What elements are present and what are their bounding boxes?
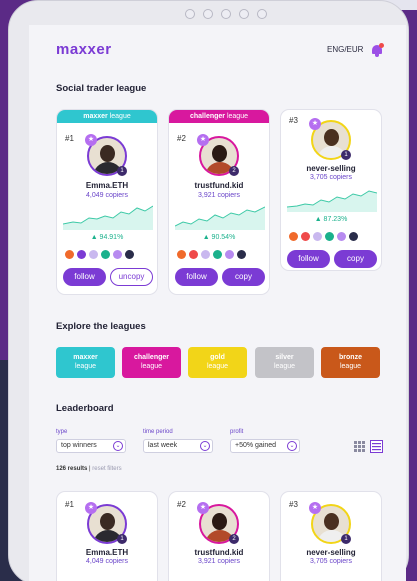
- results-count: 126 results | reset filters: [56, 466, 122, 472]
- star-icon: ★: [85, 502, 97, 514]
- rank-label: #2: [177, 134, 186, 143]
- asset-icon: [65, 250, 74, 259]
- leaderboard-card-3: #3 ★ 1 never-selling 3,705 copiers: [280, 491, 382, 581]
- leaderboard-card-2: #2 ★ 2 trustfund.kid 3,921 copiers: [168, 491, 270, 581]
- reset-filters-link[interactable]: reset filters: [92, 466, 121, 472]
- copy-button[interactable]: copy: [334, 250, 377, 268]
- level-badge: 2: [229, 534, 239, 544]
- level-badge: 1: [117, 534, 127, 544]
- performance-sparkline: [287, 190, 377, 212]
- asset-icon: [325, 232, 334, 241]
- level-badge: 1: [341, 534, 351, 544]
- asset-icon: [89, 250, 98, 259]
- filter-label-profit: profit: [230, 429, 244, 435]
- asset-icons: [177, 250, 246, 259]
- star-icon: ★: [309, 118, 321, 130]
- chevron-down-icon: ⌄: [287, 441, 297, 451]
- rank-label: #3: [289, 116, 298, 125]
- asset-icon: [301, 232, 310, 241]
- app-logo[interactable]: maxxer: [56, 41, 112, 58]
- level-badge: 1: [117, 166, 127, 176]
- asset-icon: [313, 232, 322, 241]
- card-league-band: challenger league: [169, 110, 269, 123]
- trader-name[interactable]: never-selling: [281, 164, 381, 173]
- trader-card-1: maxxer league #1 ★ 1 Emma.ETH 4,049 copi…: [56, 109, 158, 295]
- list-view-icon[interactable]: [370, 440, 383, 453]
- league-tile-maxxer[interactable]: maxxer league: [56, 347, 115, 378]
- level-badge: 1: [341, 150, 351, 160]
- trader-card-3: #3 ★ 1 never-selling 3,705 copiers ▲ 87.…: [280, 109, 382, 271]
- performance-sparkline: [175, 206, 265, 230]
- star-icon: ★: [85, 134, 97, 146]
- rank-label: #3: [289, 500, 298, 509]
- copiers-count: 3,705 copiers: [309, 558, 353, 565]
- follow-button[interactable]: follow: [175, 268, 218, 286]
- locale-selector[interactable]: ENG/EUR: [327, 45, 363, 54]
- section-title-explore: Explore the leagues: [56, 321, 146, 332]
- filter-type-select[interactable]: top winners ⌄: [56, 439, 126, 453]
- filter-label-type: type: [56, 429, 68, 435]
- uncopy-button[interactable]: uncopy: [110, 268, 153, 286]
- asset-icon: [213, 250, 222, 259]
- filter-label-period: time period: [143, 429, 173, 435]
- section-title-social-league: Social trader league: [56, 83, 147, 94]
- follow-button[interactable]: follow: [287, 250, 330, 268]
- asset-icon: [189, 250, 198, 259]
- filter-period-select[interactable]: last week ⌄: [143, 439, 213, 453]
- asset-icon: [113, 250, 122, 259]
- performance-change: ▲ 87.23%: [314, 216, 348, 223]
- copiers-count: 3,921 copiers: [197, 192, 241, 199]
- asset-icon: [349, 232, 358, 241]
- performance-change: ▲ 94.91%: [90, 234, 124, 241]
- asset-icon: [177, 250, 186, 259]
- section-title-leaderboard: Leaderboard: [56, 403, 114, 414]
- level-badge: 2: [229, 166, 239, 176]
- copiers-count: 3,705 copiers: [309, 174, 353, 181]
- card-league-band: maxxer league: [57, 110, 157, 123]
- asset-icon: [125, 250, 134, 259]
- camera-dots: [185, 9, 267, 19]
- performance-sparkline: [63, 205, 153, 230]
- copiers-count: 4,049 copiers: [85, 192, 129, 199]
- trader-name[interactable]: trustfund.kid: [169, 181, 269, 190]
- asset-icon: [237, 250, 246, 259]
- grid-view-icon[interactable]: [354, 441, 365, 452]
- top-bar: maxxer ENG/EUR: [29, 25, 406, 73]
- tablet-frame: maxxer ENG/EUR Social trader league maxx…: [8, 0, 409, 581]
- trader-name[interactable]: Emma.ETH: [57, 548, 157, 557]
- league-tile-bronze[interactable]: bronze league: [321, 347, 380, 378]
- copiers-count: 4,049 copiers: [85, 558, 129, 565]
- asset-icon: [101, 250, 110, 259]
- star-icon: ★: [197, 502, 209, 514]
- trader-name[interactable]: Emma.ETH: [57, 181, 157, 190]
- trader-name[interactable]: never-selling: [281, 548, 381, 557]
- asset-icon: [225, 250, 234, 259]
- asset-icons: [289, 232, 358, 241]
- trader-name[interactable]: trustfund.kid: [169, 548, 269, 557]
- app-screen: maxxer ENG/EUR Social trader league maxx…: [29, 25, 406, 581]
- asset-icon: [201, 250, 210, 259]
- star-icon: ★: [197, 134, 209, 146]
- chevron-down-icon: ⌄: [200, 441, 210, 451]
- chevron-down-icon: ⌄: [113, 441, 123, 451]
- filter-profit-select[interactable]: +50% gained ⌄: [230, 439, 300, 453]
- rank-label: #1: [65, 134, 74, 143]
- asset-icon: [289, 232, 298, 241]
- asset-icons: [65, 250, 134, 259]
- league-tile-gold[interactable]: gold league: [188, 347, 247, 378]
- league-tile-challenger[interactable]: challenger league: [122, 347, 181, 378]
- copy-button[interactable]: copy: [222, 268, 265, 286]
- league-tile-silver[interactable]: silver league: [255, 347, 314, 378]
- copiers-count: 3,921 copiers: [197, 558, 241, 565]
- notification-bell-icon[interactable]: [371, 43, 384, 57]
- performance-change: ▲ 90.54%: [202, 234, 236, 241]
- rank-label: #2: [177, 500, 186, 509]
- leaderboard-card-1: #1 ★ 1 Emma.ETH 4,049 copiers: [56, 491, 158, 581]
- star-icon: ★: [309, 502, 321, 514]
- asset-icon: [77, 250, 86, 259]
- trader-card-2: challenger league #2 ★ 2 trustfund.kid 3…: [168, 109, 270, 295]
- rank-label: #1: [65, 500, 74, 509]
- follow-button[interactable]: follow: [63, 268, 106, 286]
- asset-icon: [337, 232, 346, 241]
